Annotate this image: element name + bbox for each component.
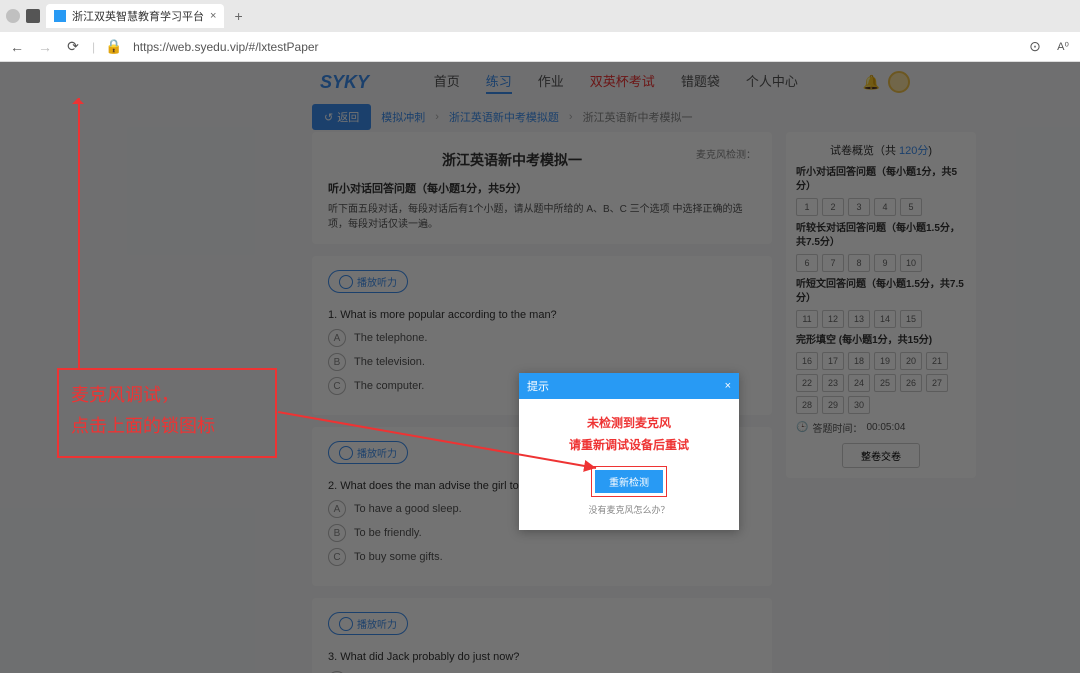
new-tab-button[interactable]: +: [230, 8, 246, 24]
annotation-arrow-right: [278, 412, 618, 485]
tab-title: 浙江双英智慧教育学习平台: [72, 8, 204, 24]
annotation-box: 麦克风调试， 点击上面的锁图标: [57, 368, 277, 458]
modal-help-link[interactable]: 没有麦克风怎么办？: [529, 503, 729, 516]
annotation-arrowhead-up-icon: [72, 92, 84, 104]
tab-close-icon[interactable]: ×: [210, 10, 216, 22]
nav-forward-icon[interactable]: →: [36, 39, 54, 55]
annotation-text: 麦克风调试， 点击上面的锁图标: [59, 370, 275, 451]
browser-titlebar: 浙江双英智慧教育学习平台 × +: [0, 0, 1080, 32]
browser-address-bar: ← → ⟳ | 🔒 https://web.syedu.vip/#/lxtest…: [0, 32, 1080, 62]
nav-back-icon[interactable]: ←: [8, 39, 26, 55]
search-icon[interactable]: ⊙: [1026, 38, 1044, 55]
tab-favicon-icon: [54, 10, 66, 22]
profile-dot-icon: [6, 9, 20, 23]
window-square-icon: [26, 9, 40, 23]
lock-icon[interactable]: 🔒: [105, 38, 123, 55]
page-content: SYKY 首页练习作业双英杯考试错题袋个人中心 🔔 ↺返回 模拟冲刺 › 浙江英…: [0, 62, 1080, 673]
modal-title: 提示: [527, 378, 549, 394]
read-aloud-icon[interactable]: A⁰: [1054, 40, 1072, 53]
modal-close-icon[interactable]: ×: [725, 380, 731, 392]
url-text[interactable]: https://web.syedu.vip/#/lxtestPaper: [133, 40, 1016, 54]
annotation-arrow-up: [78, 98, 80, 368]
browser-tab[interactable]: 浙江双英智慧教育学习平台 ×: [46, 4, 224, 28]
nav-reload-icon[interactable]: ⟳: [64, 38, 82, 55]
modal-header: 提示 ×: [519, 373, 739, 399]
